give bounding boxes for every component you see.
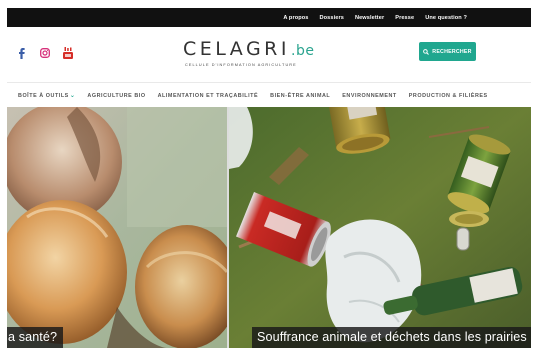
logo-tagline: CELLULE D'INFORMATION AGRICULTURE: [185, 63, 297, 67]
slide-litter[interactable]: Souffrance animale et déchets dans les p…: [229, 107, 531, 348]
top-utility-bar: A propos Dossiers Newsletter Presse Une …: [7, 8, 531, 27]
nav-boite-a-outils[interactable]: BOÎTE À OUTILS ⌄: [18, 93, 75, 99]
link-dossiers[interactable]: Dossiers: [320, 15, 344, 21]
search-button[interactable]: RECHERCHER: [419, 42, 476, 61]
facebook-icon[interactable]: [17, 47, 27, 59]
main-nav: BOÎTE À OUTILS ⌄ AGRICULTURE BIO ALIMENTA…: [7, 85, 531, 107]
search-label: RECHERCHER: [432, 48, 472, 55]
link-presse[interactable]: Presse: [395, 15, 414, 21]
slide-caption[interactable]: a santé?: [7, 327, 64, 348]
site-header: CELAGRI.be CELLULE D'INFORMATION AGRICUL…: [7, 27, 531, 82]
link-newsletter[interactable]: Newsletter: [355, 15, 384, 21]
social-links: [17, 47, 73, 59]
nav-production-filieres[interactable]: PRODUCTION & FILIÈRES: [409, 93, 488, 99]
chevron-down-icon: ⌄: [69, 93, 76, 99]
nav-agriculture-bio[interactable]: AGRICULTURE BIO: [87, 93, 145, 99]
nav-alimentation-tracabilite[interactable]: ALIMENTATION ET TRAÇABILITÉ: [158, 93, 259, 99]
magnifier-icon: [423, 48, 430, 55]
hero-slider: a santé? Souffrance animale et déchets d…: [7, 107, 531, 348]
slide-caption[interactable]: Souffrance animale et déchets dans les p…: [252, 327, 531, 348]
youtube-icon[interactable]: [63, 47, 73, 59]
logo-wordmark: CELAGRI.be: [183, 39, 323, 61]
instagram-icon[interactable]: [40, 47, 50, 59]
onions-image: [7, 107, 227, 348]
link-a-propos[interactable]: A propos: [283, 15, 308, 21]
nav-label: BOÎTE À OUTILS: [18, 93, 69, 99]
litter-meadow-image: [229, 107, 531, 348]
link-une-question[interactable]: Une question ?: [425, 15, 467, 21]
logo-name: CELAGRI: [183, 38, 290, 60]
site-logo[interactable]: CELAGRI.be CELLULE D'INFORMATION AGRICUL…: [183, 39, 323, 71]
slide-onions[interactable]: a santé?: [7, 107, 227, 348]
top-links: A propos Dossiers Newsletter Presse Une …: [283, 8, 467, 27]
nav-environnement[interactable]: ENVIRONNEMENT: [342, 93, 396, 99]
nav-bien-etre-animal[interactable]: BIEN-ÊTRE ANIMAL: [270, 93, 330, 99]
header-divider: [7, 82, 531, 83]
logo-tld: .be: [291, 43, 315, 59]
